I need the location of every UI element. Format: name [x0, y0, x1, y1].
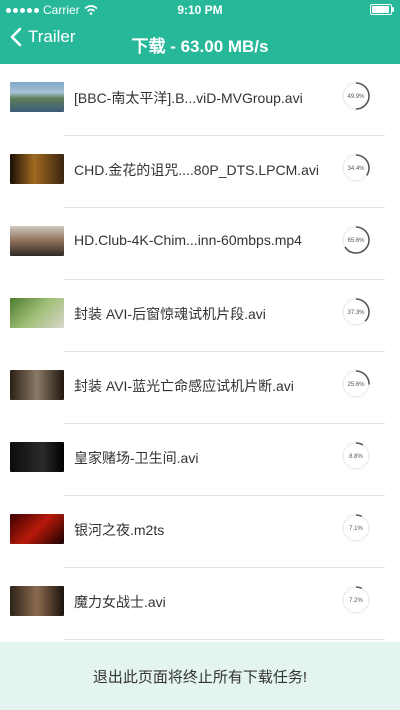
file-name: 皇家赌场-卫生间.avi — [74, 450, 199, 466]
progress-ring: 37.3% — [342, 298, 370, 326]
download-list: [BBC-南太平洋].B...viD-MVGroup.avi 49.9% CHD.金… — [0, 64, 400, 642]
file-name: 魔力女战士.avi — [74, 594, 166, 610]
progress-ring: 7.2% — [342, 586, 370, 614]
status-time: 9:10 PM — [177, 3, 223, 17]
file-name: 银河之夜.m2ts — [74, 522, 165, 538]
progress-ring: 34.4% — [342, 154, 370, 182]
footer-banner: 退出此页面将终止所有下载任务! — [0, 642, 400, 710]
video-thumbnail — [10, 154, 64, 184]
nav-bar: Trailer 下载 - 63.00 MB/s — [0, 20, 400, 64]
video-thumbnail — [10, 514, 64, 544]
file-name: HD.Club-4K-Chim...inn-60mbps.mp4 — [74, 232, 302, 248]
footer-message: 退出此页面将终止所有下载任务! — [92, 669, 308, 686]
video-thumbnail — [10, 586, 64, 616]
file-name: [BBC-南太平洋].B...viD-MVGroup.avi — [74, 90, 303, 106]
file-name: 封装 AVI-后窗惊魂试机片段.avi — [74, 306, 266, 322]
video-thumbnail — [10, 82, 64, 112]
download-item[interactable]: CHD.金花的诅咒....80P_DTS.LPCM.avi 34.4% — [0, 136, 400, 208]
file-name: CHD.金花的诅咒....80P_DTS.LPCM.avi — [74, 162, 320, 178]
battery-icon — [370, 4, 394, 15]
progress-ring: 8.8% — [342, 442, 370, 470]
progress-label: 34.4% — [347, 166, 365, 172]
battery-level — [372, 6, 390, 13]
progress-label: 49.9% — [347, 94, 365, 100]
progress-label: 65.6% — [347, 238, 365, 244]
video-thumbnail — [10, 442, 64, 472]
download-item[interactable]: HD.Club-4K-Chim...inn-60mbps.mp4 65.6% — [0, 208, 400, 280]
download-item[interactable]: 魔力女战士.avi 7.2% — [0, 568, 400, 640]
row-divider — [64, 639, 385, 640]
progress-ring: 7.1% — [342, 514, 370, 542]
page-title: 下载 - 63.00 MB/s — [131, 37, 269, 56]
progress-label: 25.6% — [347, 382, 365, 388]
download-item[interactable]: 封装 AVI-蓝光亡命感应试机片断.avi 25.6% — [0, 352, 400, 424]
video-thumbnail — [10, 298, 64, 328]
file-name: 封装 AVI-蓝光亡命感应试机片断.avi — [74, 378, 294, 394]
download-item[interactable]: [BBC-南太平洋].B...viD-MVGroup.avi 49.9% — [0, 64, 400, 136]
progress-label: 37.3% — [347, 310, 365, 316]
download-item[interactable]: 银河之夜.m2ts 7.1% — [0, 496, 400, 568]
progress-ring: 65.6% — [342, 226, 370, 254]
progress-label: 7.2% — [349, 598, 363, 604]
progress-label: 7.1% — [349, 526, 363, 532]
progress-label: 8.8% — [349, 454, 363, 460]
download-item[interactable]: 皇家赌场-卫生间.avi 8.8% — [0, 424, 400, 496]
download-item[interactable]: 封装 AVI-后窗惊魂试机片段.avi 37.3% — [0, 280, 400, 352]
progress-ring: 49.9% — [342, 82, 370, 110]
app-header: Carrier 9:10 PM Trailer 下载 - 63.00 MB/s — [0, 0, 400, 64]
status-bar: Carrier 9:10 PM — [0, 0, 400, 20]
video-thumbnail — [10, 370, 64, 400]
progress-ring: 25.6% — [342, 370, 370, 398]
video-thumbnail — [10, 226, 64, 256]
